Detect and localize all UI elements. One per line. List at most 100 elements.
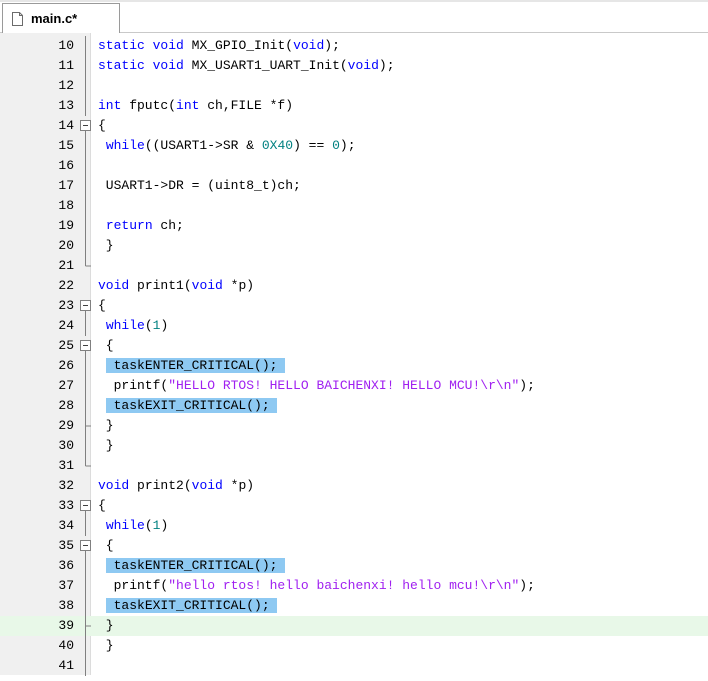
fold-guide: [80, 376, 91, 396]
code-text: while(1): [105, 318, 169, 333]
code-text: static void MX_GPIO_Init(void);: [98, 38, 340, 53]
line-number: 38: [58, 598, 74, 613]
line-number: 33: [58, 498, 74, 513]
code-text: {: [98, 118, 106, 133]
line-number: 35: [58, 538, 74, 553]
fold-guide: [80, 156, 91, 176]
code-line[interactable]: 24 while(1): [0, 316, 708, 336]
line-number: 32: [58, 478, 74, 493]
code-line[interactable]: 35 {: [0, 536, 708, 556]
selected-text: taskENTER_CRITICAL();: [105, 558, 286, 573]
code-text: taskENTER_CRITICAL();: [98, 556, 286, 576]
code-line[interactable]: 40 }: [0, 636, 708, 656]
code-text: {: [98, 538, 114, 553]
code-line[interactable]: 22 void print1(void *p): [0, 276, 708, 296]
code-line[interactable]: 16: [0, 156, 708, 176]
code-text: while((USART1->SR & 0X40) == 0);: [105, 138, 356, 153]
line-number: 30: [58, 438, 74, 453]
code-line[interactable]: 41: [0, 656, 708, 676]
line-number: 24: [58, 318, 74, 333]
code-line[interactable]: 26 taskENTER_CRITICAL();: [0, 356, 708, 376]
fold-guide: [80, 176, 91, 196]
line-number: 19: [58, 218, 74, 233]
code-text: taskEXIT_CRITICAL();: [98, 596, 278, 616]
fold-guide: [80, 236, 91, 256]
fold-toggle-icon[interactable]: [80, 116, 91, 136]
fold-guide: [80, 196, 91, 216]
code-line[interactable]: 27 printf("HELLO RTOS! HELLO BAICHENXI! …: [0, 376, 708, 396]
code-line[interactable]: 21: [0, 256, 708, 276]
code-line[interactable]: 10 static void MX_GPIO_Init(void);: [0, 36, 708, 56]
code-line[interactable]: 25 {: [0, 336, 708, 356]
fold-guide: [80, 56, 91, 76]
code-line[interactable]: 19 return ch;: [0, 216, 708, 236]
fold-guide: [80, 216, 91, 236]
code-line[interactable]: 38 taskEXIT_CRITICAL();: [0, 596, 708, 616]
fold-toggle-icon[interactable]: [80, 536, 91, 556]
code-text: }: [98, 618, 114, 633]
code-line[interactable]: 12: [0, 76, 708, 96]
fold-toggle-icon[interactable]: [80, 336, 91, 356]
code-line[interactable]: 29 }: [0, 416, 708, 436]
code-text: static void MX_USART1_UART_Init(void);: [98, 58, 395, 73]
code-text: void print1(void *p): [98, 278, 255, 293]
line-number: 15: [58, 138, 74, 153]
fold-guide: [80, 96, 91, 116]
code-line[interactable]: 14 {: [0, 116, 708, 136]
line-number: 23: [58, 298, 74, 313]
code-line[interactable]: 33 {: [0, 496, 708, 516]
code-text: while(1): [105, 518, 169, 533]
line-number: 22: [58, 278, 74, 293]
line-number: 14: [58, 118, 74, 133]
code-editor[interactable]: 10 static void MX_GPIO_Init(void); 11 stati…: [0, 33, 708, 676]
line-number: 27: [58, 378, 74, 393]
code-line[interactable]: 31: [0, 456, 708, 476]
code-line[interactable]: 11 static void MX_USART1_UART_Init(void);: [0, 56, 708, 76]
code-text: }: [98, 238, 114, 253]
code-line[interactable]: 30 }: [0, 436, 708, 456]
fold-toggle-icon[interactable]: [80, 296, 91, 316]
fold-guide: [80, 396, 91, 416]
line-number: 17: [58, 178, 74, 193]
line-number: 25: [58, 338, 74, 353]
fold-guide: [80, 256, 91, 276]
line-number: 26: [58, 358, 74, 373]
code-line[interactable]: 20 }: [0, 236, 708, 256]
tab-bar: main.c*: [0, 0, 708, 33]
fold-guide: [80, 136, 91, 156]
code-line[interactable]: 23 {: [0, 296, 708, 316]
line-number: 12: [58, 78, 74, 93]
code-line[interactable]: 32 void print2(void *p): [0, 476, 708, 496]
line-number: 11: [58, 58, 74, 73]
code-text: }: [98, 418, 114, 433]
line-number: 39: [58, 618, 74, 633]
fold-guide: [80, 576, 91, 596]
code-line[interactable]: 13 int fputc(int ch,FILE *f): [0, 96, 708, 116]
code-line[interactable]: 15 while((USART1->SR & 0X40) == 0);: [0, 136, 708, 156]
code-text: taskENTER_CRITICAL();: [98, 356, 286, 376]
code-line[interactable]: 18: [0, 196, 708, 216]
line-number: 34: [58, 518, 74, 533]
code-line[interactable]: 37 printf("hello rtos! hello baichenxi! …: [0, 576, 708, 596]
line-number: 36: [58, 558, 74, 573]
fold-guide: [80, 276, 91, 296]
line-number: 37: [58, 578, 74, 593]
file-icon: [12, 11, 23, 26]
code-text: int fputc(int ch,FILE *f): [98, 98, 294, 113]
code-line[interactable]: 34 while(1): [0, 516, 708, 536]
code-line[interactable]: 17 USART1->DR = (uint8_t)ch;: [0, 176, 708, 196]
tab-main-c[interactable]: main.c*: [2, 3, 120, 33]
selected-text: taskEXIT_CRITICAL();: [105, 398, 278, 413]
fold-guide: [80, 656, 91, 676]
code-line[interactable]: 28 taskEXIT_CRITICAL();: [0, 396, 708, 416]
tab-label: main.c*: [31, 11, 78, 26]
code-line[interactable]: 36 taskENTER_CRITICAL();: [0, 556, 708, 576]
code-text: {: [98, 298, 106, 313]
line-number: 29: [58, 418, 74, 433]
selected-text: taskEXIT_CRITICAL();: [105, 598, 278, 613]
code-text: {: [98, 338, 114, 353]
code-text: {: [98, 498, 106, 513]
fold-toggle-icon[interactable]: [80, 496, 91, 516]
code-line[interactable]: 39 }: [0, 616, 708, 636]
line-number: 31: [58, 458, 74, 473]
